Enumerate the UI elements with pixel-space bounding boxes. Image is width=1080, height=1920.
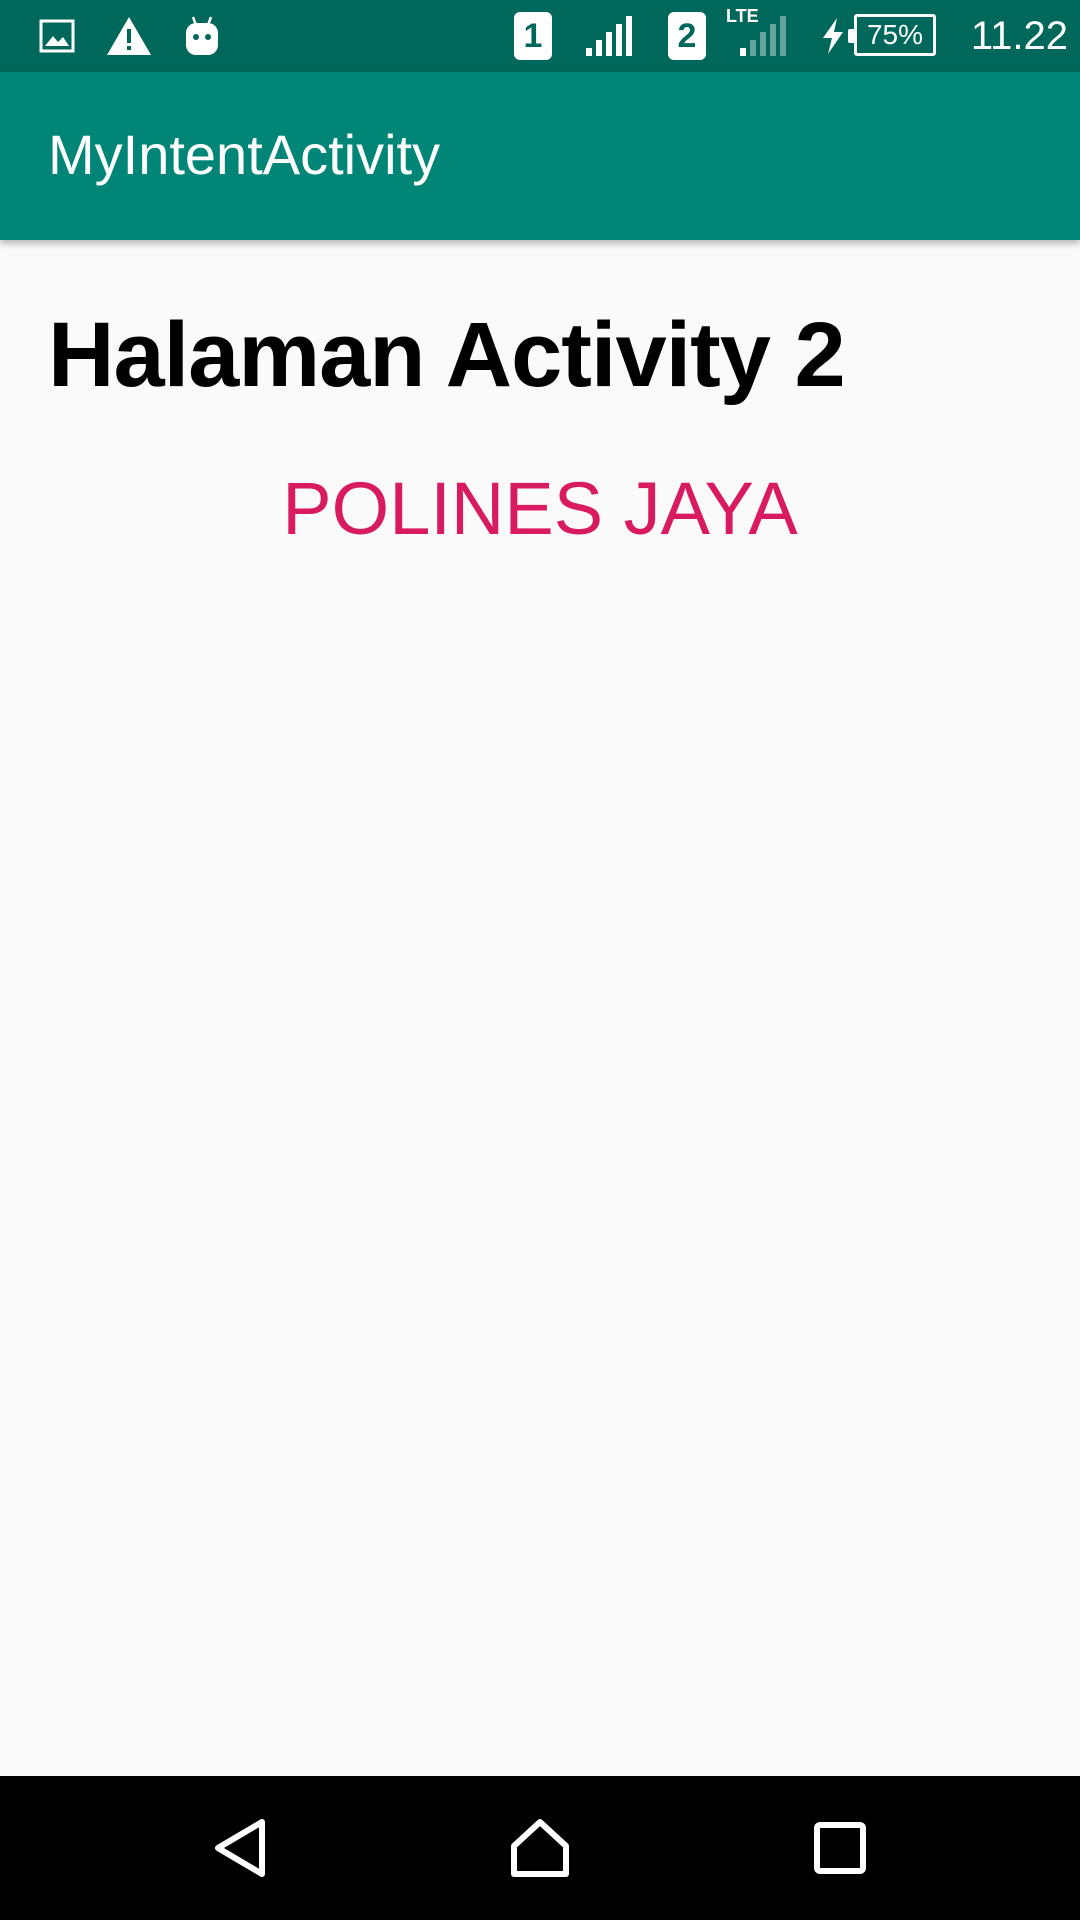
sim1-badge: 1 [514,12,552,60]
sim2-badge: 2 [668,12,706,60]
page-heading: Halaman Activity 2 [48,304,846,406]
image-icon [38,14,76,58]
warning-icon [104,14,154,58]
signal-strength-icon [584,14,632,58]
app-title: MyIntentActivity [48,123,441,186]
back-icon[interactable] [204,1812,276,1884]
clock: 11.22 [970,14,1068,58]
battery-indicator: 75% [848,14,936,56]
app-bar: MyIntentActivity [0,72,1080,240]
navigation-bar [0,1776,1080,1920]
accent-text: POLINES JAYA [282,467,798,550]
signal-strength-icon [738,14,786,58]
charging-icon [818,14,848,58]
recents-icon[interactable] [804,1812,876,1884]
home-icon[interactable] [504,1812,576,1884]
status-bar: 1 2 LTE 75% 11.22 [0,0,1080,72]
android-icon [182,14,222,58]
